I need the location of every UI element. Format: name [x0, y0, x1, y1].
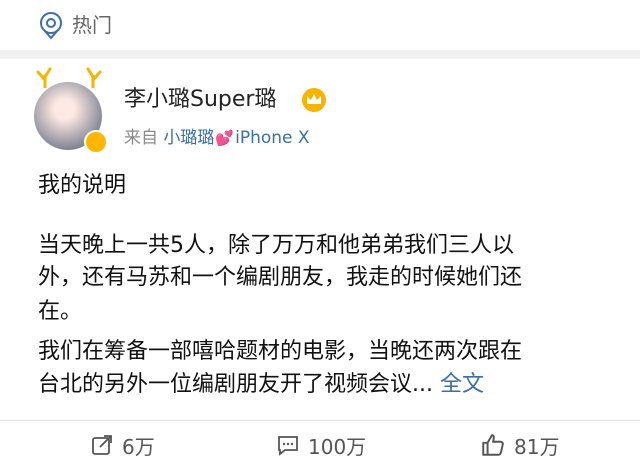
- crown-badge-icon[interactable]: [300, 86, 328, 114]
- post-text-tail: 台北的另外一位编剧朋友开了视频会议...: [38, 372, 433, 397]
- heart-emoji-icon: 💕: [215, 129, 235, 147]
- author-name[interactable]: 李小璐Super璐: [124, 86, 276, 114]
- section-divider: [0, 50, 640, 59]
- like-count: 81万: [514, 434, 560, 459]
- source-name[interactable]: 小璐璐: [163, 128, 214, 148]
- source-prefix: 来自: [124, 128, 158, 148]
- location-pin-icon: [40, 12, 62, 40]
- post-text-line: 我的说明: [38, 173, 127, 198]
- avatar[interactable]: [28, 66, 110, 156]
- top-bar: 热门: [0, 0, 640, 50]
- post-text-line: 外，还有马苏和一个编剧朋友，我走的时候她们还: [38, 265, 523, 290]
- repost-icon: [92, 435, 112, 455]
- comment-button[interactable]: 100万: [276, 428, 366, 462]
- post-text-line: 我们在筹备一部嘻哈题材的电影，当晚还两次跟在: [38, 339, 523, 364]
- hot-tab-label[interactable]: 热门: [72, 11, 112, 39]
- thumbs-up-icon: [482, 434, 504, 456]
- comment-count: 100万: [308, 434, 367, 459]
- repost-count: 6万: [122, 434, 155, 459]
- verified-badge-icon: [84, 130, 108, 154]
- post-source: 来自 小璐璐💕iPhone X: [124, 126, 310, 150]
- post-text-line-last: 台北的另外一位编剧朋友开了视频会议... 全文: [38, 369, 618, 401]
- repost-button[interactable]: 6万: [90, 428, 155, 462]
- post-text-line: 在。: [38, 299, 83, 324]
- read-more-link[interactable]: 全文: [440, 372, 484, 397]
- like-button[interactable]: 81万: [480, 428, 559, 462]
- source-device[interactable]: iPhone X: [235, 128, 309, 148]
- comment-icon: [278, 436, 298, 456]
- actions-divider: [0, 420, 640, 421]
- antler-right-icon: [86, 67, 102, 88]
- post-text-line: 当天晚上一共5人，除了万万和他弟弟我们三人以: [38, 233, 514, 258]
